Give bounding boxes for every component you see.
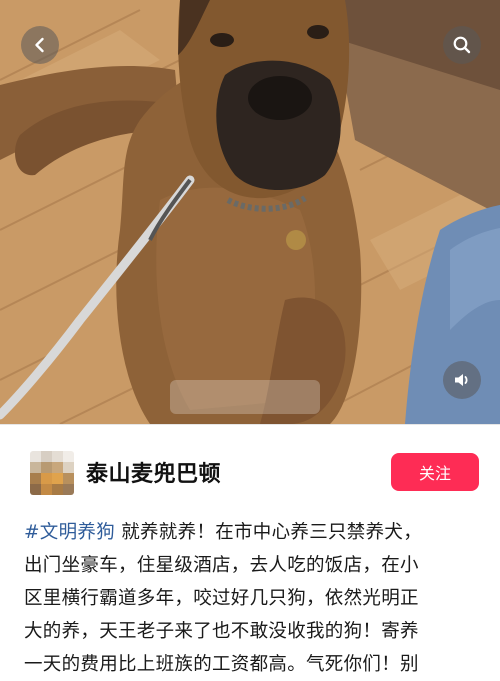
post-line-5: 一天的费用比上班族的工资都高。气死你们！别 (24, 654, 419, 675)
follow-button[interactable]: 关注 (391, 453, 479, 491)
post-line-3: 区里横行霸道多年，咬过好几只狗，依然光明正 (24, 588, 419, 609)
username[interactable]: 泰山麦兜巴顿 (86, 456, 221, 488)
volume-button[interactable] (443, 361, 481, 399)
chevron-left-icon (35, 37, 44, 53)
author-bar: 泰山麦兜巴顿 关注 (0, 425, 500, 511)
post-line-text: 就养就养！在市中心养三只禁养犬， (115, 522, 422, 543)
volume-icon (455, 374, 468, 386)
post-text: #文明养狗 就养就养！在市中心养三只禁养犬， 出门坐豪车，住星级酒店，去人吃的饭… (24, 516, 484, 681)
avatar-image (30, 451, 74, 495)
back-button[interactable] (21, 26, 59, 64)
post-line-1: #文明养狗 就养就养！在市中心养三只禁养犬， (24, 516, 484, 549)
hashtag-link[interactable]: #文明养狗 (24, 522, 115, 543)
search-icon (453, 36, 471, 54)
dog-photo-image (0, 0, 500, 424)
post-line-4: 大的养，天王老子来了也不敢没收我的狗！寄养 (24, 621, 419, 642)
search-button[interactable] (443, 26, 481, 64)
post-photo[interactable] (0, 0, 500, 424)
avatar[interactable] (30, 451, 74, 495)
post-line-2: 出门坐豪车，住星级酒店，去人吃的饭店，在小 (24, 555, 419, 576)
